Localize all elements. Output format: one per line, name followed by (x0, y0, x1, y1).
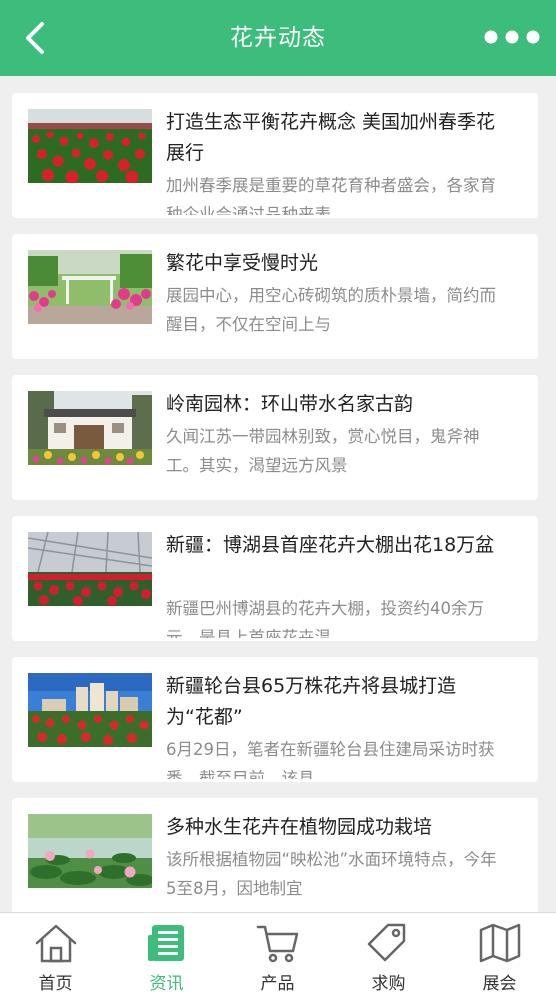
article-card[interactable]: 新疆轮台县65万株花卉将县城打造为“花都” 6月29日，笔者在新疆轮台县住建局采… (12, 657, 538, 782)
tab-home[interactable]: 首页 (0, 913, 111, 998)
article-title: 繁花中享受慢时光 (166, 252, 319, 274)
tab-purchase[interactable]: 求购 (333, 913, 444, 998)
cart-icon (256, 925, 299, 963)
article-thumbnail (28, 532, 152, 606)
article-thumbnail (28, 814, 152, 888)
tab-products[interactable]: 产品 (222, 913, 333, 998)
article-summary: 久闻江苏一带园林别致，赏心悦目，鬼斧神工。其实，渴望远方风景 (166, 427, 480, 475)
article-title: 多种水生花卉在植物园成功栽培 (166, 816, 433, 838)
article-card[interactable]: 繁花中享受慢时光 展园中心，用空心砖砌筑的质朴景墙，简约而醒目，不仅在空间上与 (12, 234, 538, 359)
article-title: 新疆轮台县65万株花卉将县城打造为“花都” (166, 675, 457, 728)
tab-exhibition[interactable]: 展会 (444, 913, 555, 998)
tab-label: 展会 (482, 974, 517, 994)
page-title: 花卉动态 (230, 25, 326, 51)
tab-label: 产品 (260, 974, 295, 994)
app-header: 花卉动态 (0, 0, 556, 76)
article-summary: 6月29日，笔者在新疆轮台县住建局采访时获悉，截至目前，该县 (166, 740, 495, 779)
bottom-tab-bar: 首页 资讯 产品 求购 展会 (0, 912, 556, 998)
article-title: 岭南园林：环山带水名家古韵 (166, 393, 414, 415)
tag-icon (367, 923, 406, 962)
article-summary: 加州春季展是重要的草花育种者盛会，各家育种企业会通过品种来表 (166, 176, 496, 215)
article-summary: 新疆巴州博湖县的花卉大棚，投资约40余万元，是县上首座花卉温 (166, 599, 484, 638)
article-thumbnail (28, 391, 152, 465)
article-card[interactable]: 岭南园林：环山带水名家古韵 久闻江苏一带园林别致，赏心悦目，鬼斧神工。其实，渴望… (12, 375, 538, 500)
article-thumbnail (28, 250, 152, 324)
article-summary: 该所根据植物园“映松池”水面环境特点，今年5至8月，因地制宜 (166, 850, 497, 898)
news-icon (148, 925, 184, 961)
map-icon (479, 923, 521, 963)
tab-label: 首页 (38, 974, 73, 994)
home-icon (35, 924, 77, 963)
tab-label: 资讯 (149, 974, 184, 994)
article-card[interactable]: 新疆：博湖县首座花卉大棚出花18万盆 新疆巴州博湖县的花卉大棚，投资约40余万元… (12, 516, 538, 641)
article-summary: 展园中心，用空心砖砌筑的质朴景墙，简约而醒目，不仅在空间上与 (166, 286, 496, 334)
article-thumbnail (28, 673, 152, 747)
article-title: 新疆：博湖县首座花卉大棚出花18万盆 (166, 534, 495, 556)
tab-label: 求购 (371, 974, 406, 994)
article-card[interactable]: 打造生态平衡花卉概念 美国加州春季花展行 加州春季展是重要的草花育种者盛会，各家… (12, 93, 538, 218)
more-dots-icon[interactable] (482, 26, 542, 48)
article-card[interactable]: 多种水生花卉在植物园成功栽培 该所根据植物园“映松池”水面环境特点，今年5至8月… (12, 798, 538, 923)
tab-news[interactable]: 资讯 (111, 913, 222, 998)
article-list: 打造生态平衡花卉概念 美国加州春季花展行 加州春季展是重要的草花育种者盛会，各家… (12, 93, 538, 939)
article-title: 打造生态平衡花卉概念 美国加州春季花展行 (166, 111, 496, 164)
article-thumbnail (28, 109, 152, 183)
